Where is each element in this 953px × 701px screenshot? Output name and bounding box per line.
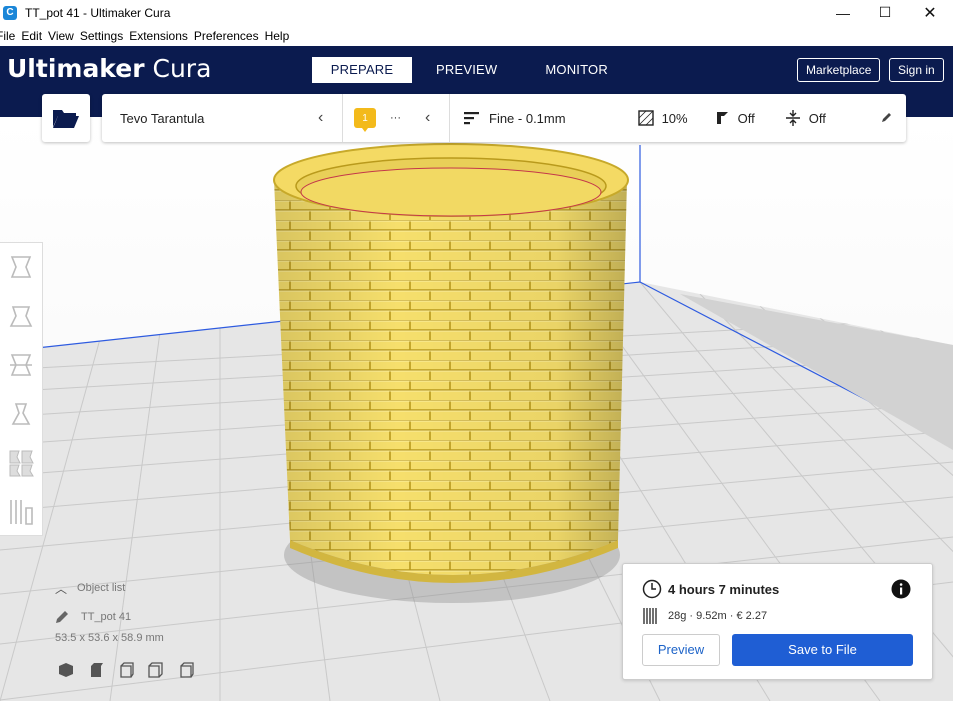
profile-name: Fine - 0.1mm <box>489 110 566 126</box>
chevron-left-icon: ‹ <box>318 109 324 126</box>
menu-bar: File Edit View Settings Extensions Prefe… <box>0 25 953 46</box>
adhesion-icon <box>785 110 800 126</box>
pencil-icon <box>882 113 891 122</box>
chevron-up-icon: ︿ <box>55 581 68 596</box>
right-view-icon[interactable] <box>178 662 194 678</box>
material-estimate: 28g · 9.52m · € 2.27 <box>668 610 768 622</box>
top-view-icon[interactable] <box>118 662 134 678</box>
minimize-button[interactable]: — <box>820 0 866 25</box>
ultimaker-cura-logo: Ultimaker Cura <box>7 54 212 83</box>
folder-icon <box>53 110 79 128</box>
custom-settings-button[interactable] <box>880 94 892 142</box>
object-list-toggle[interactable]: ︿ Object list <box>55 578 194 598</box>
object-dimensions: 53.5 x 53.6 x 58.9 mm <box>55 632 164 644</box>
extruder-selector[interactable]: 1 ··· <box>354 94 401 142</box>
menu-edit[interactable]: Edit <box>21 29 42 43</box>
left-view-icon[interactable] <box>148 662 164 678</box>
profile-lines-icon <box>464 112 479 125</box>
extruder-collapse-button[interactable]: ‹ <box>425 94 430 142</box>
pencil-icon <box>56 611 68 623</box>
3d-view-icon[interactable] <box>58 662 74 678</box>
title-bar: C TT_pot 41 - Ultimaker Cura — ☐ ✕ <box>0 0 953 25</box>
support-blocker-button[interactable] <box>0 488 42 536</box>
chevron-left-icon: ‹ <box>425 109 431 126</box>
infill-icon <box>637 110 654 126</box>
preview-button[interactable]: Preview <box>642 634 720 666</box>
support-icon <box>716 112 728 124</box>
print-setup-bar: Tevo Tarantula ‹ 1 ··· ‹ Fine - 0.1mm 10… <box>102 94 906 142</box>
open-file-button[interactable] <box>42 94 90 142</box>
printer-name: Tevo Tarantula <box>120 110 205 126</box>
tab-monitor[interactable]: MONITOR <box>521 57 632 83</box>
filament-icon <box>643 608 657 624</box>
close-button[interactable]: ✕ <box>907 0 953 25</box>
camera-view-buttons <box>58 662 194 678</box>
info-icon[interactable] <box>891 579 911 599</box>
menu-file[interactable]: File <box>0 29 15 43</box>
extruder-more: ··· <box>390 112 401 124</box>
rotate-tool-button[interactable] <box>0 341 42 389</box>
mirror-tool-button[interactable] <box>0 390 42 438</box>
print-summary-panel: 4 hours 7 minutes 28g · 9.52m · € 2.27 P… <box>622 563 933 680</box>
window-title: TT_pot 41 - Ultimaker Cura <box>25 5 171 20</box>
cura-app-icon: C <box>3 5 17 20</box>
save-to-file-button[interactable]: Save to File <box>732 634 913 666</box>
object-list-panel: ︿ Object list TT_pot 41 53.5 x 53.6 x 58… <box>55 578 194 678</box>
printer-collapse-button[interactable]: ‹ <box>318 94 323 142</box>
infill-value: 10% <box>661 110 688 126</box>
move-tool-button[interactable] <box>0 243 42 291</box>
marketplace-button[interactable]: Marketplace <box>797 58 881 82</box>
printer-selector[interactable]: Tevo Tarantula <box>120 94 204 142</box>
tab-preview[interactable]: PREVIEW <box>412 57 521 83</box>
menu-view[interactable]: View <box>48 29 74 43</box>
print-settings-selector[interactable]: Fine - 0.1mm 10% Off Off <box>464 94 826 142</box>
per-model-settings-button[interactable] <box>0 439 42 487</box>
stage-tabs: PREPARE PREVIEW MONITOR <box>312 57 632 83</box>
menu-preferences[interactable]: Preferences <box>194 29 259 43</box>
tab-prepare[interactable]: PREPARE <box>312 57 412 83</box>
tool-panel <box>0 242 43 536</box>
object-name[interactable]: TT_pot 41 <box>81 611 131 623</box>
extruder-badge: 1 <box>354 108 376 132</box>
adhesion-value: Off <box>808 110 826 126</box>
per-model-settings-icon <box>9 450 34 477</box>
menu-extensions[interactable]: Extensions <box>129 29 188 43</box>
move-icon <box>10 256 32 278</box>
clock-icon <box>642 579 662 599</box>
print-time: 4 hours 7 minutes <box>668 582 780 597</box>
object-list-label: Object list <box>77 582 126 594</box>
scale-tool-button[interactable] <box>0 292 42 340</box>
support-value: Off <box>737 110 755 126</box>
menu-help[interactable]: Help <box>265 29 290 43</box>
front-view-icon[interactable] <box>88 662 104 678</box>
mirror-icon <box>11 403 31 425</box>
rotate-icon <box>10 354 32 376</box>
maximize-button[interactable]: ☐ <box>862 0 908 25</box>
scale-icon <box>9 306 33 327</box>
sign-in-button[interactable]: Sign in <box>889 58 944 82</box>
support-blocker-icon <box>10 500 33 525</box>
menu-settings[interactable]: Settings <box>80 29 123 43</box>
